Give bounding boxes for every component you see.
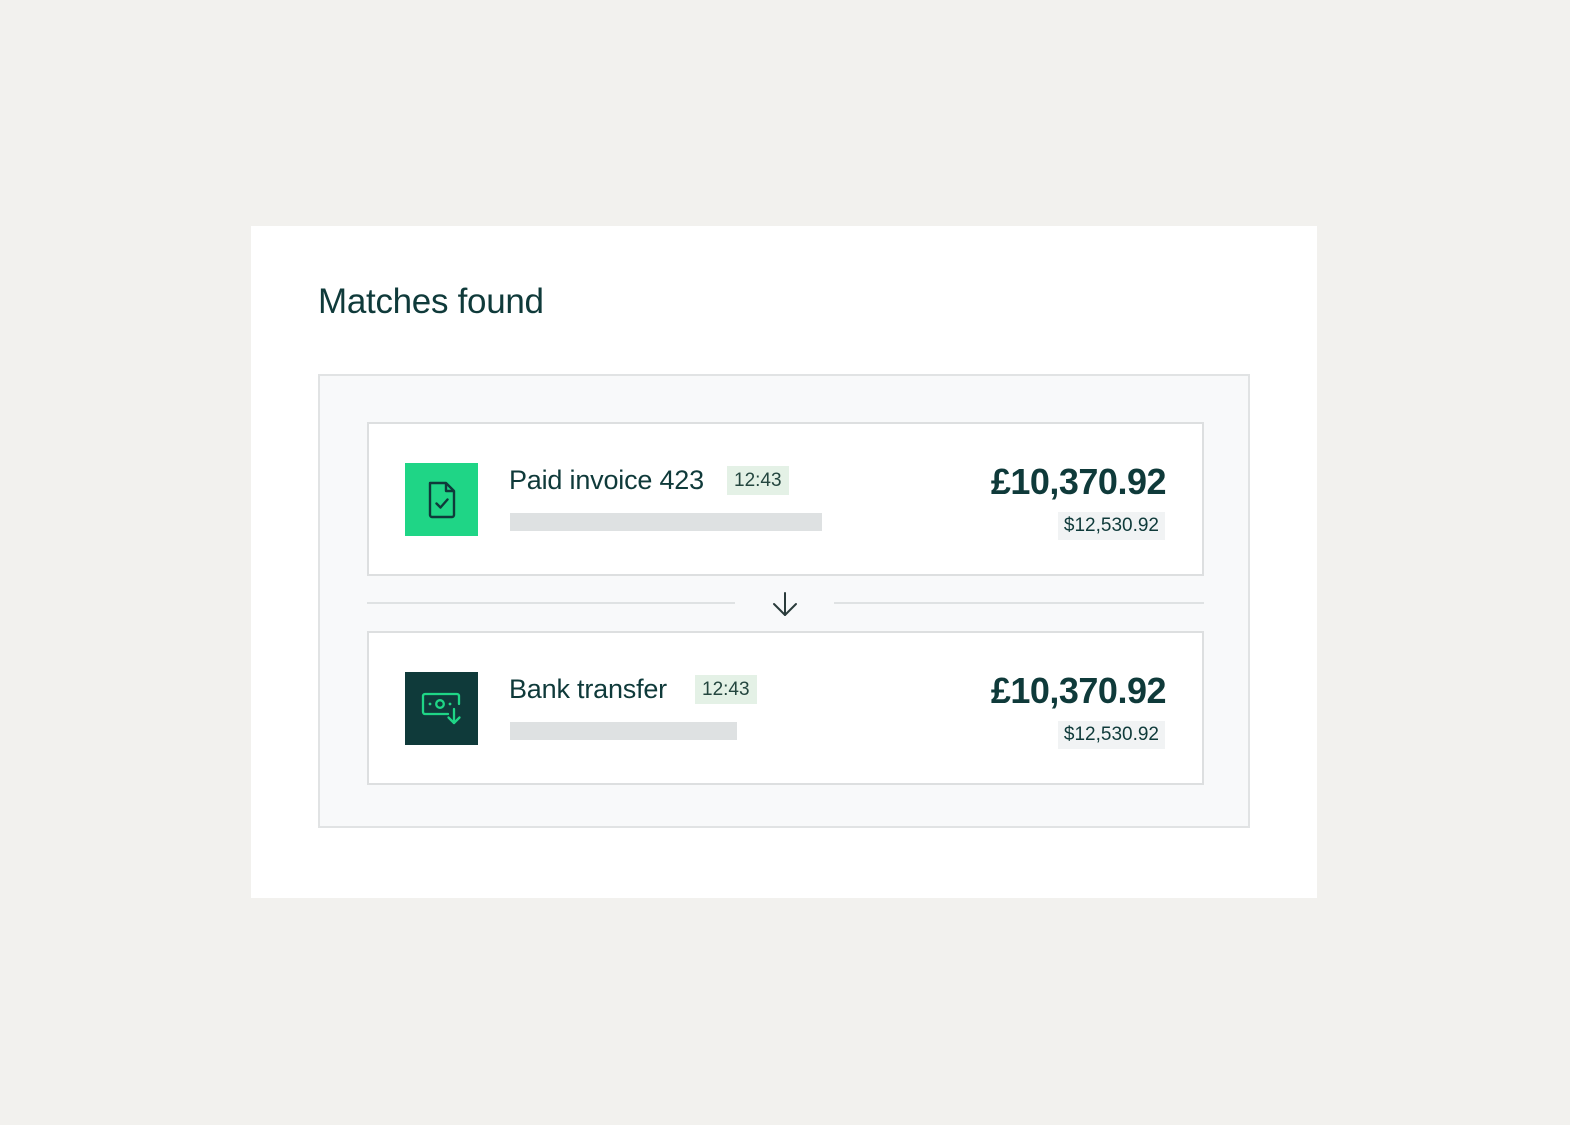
amount-usd: $12,530.92 bbox=[1057, 721, 1165, 749]
amount-gbp: £10,370.92 bbox=[990, 670, 1167, 711]
page-title: Matches found bbox=[318, 282, 544, 321]
banknote-download-icon bbox=[421, 692, 461, 724]
connector-line-right bbox=[834, 602, 1204, 604]
matches-panel: Paid invoice 423 12:43 £10,370.92 $12,53… bbox=[318, 374, 1250, 828]
match-label: Paid invoice 423 bbox=[509, 465, 704, 495]
arrow-down-icon bbox=[773, 592, 797, 616]
amount-gbp: £10,370.92 bbox=[990, 461, 1167, 502]
connector-line-left bbox=[367, 602, 735, 604]
time-badge: 12:43 bbox=[727, 466, 789, 495]
document-check-icon bbox=[428, 481, 455, 518]
match-row-invoice[interactable]: Paid invoice 423 12:43 £10,370.92 $12,53… bbox=[367, 422, 1204, 576]
matches-card: Matches found Paid invoice 423 12:43 £10… bbox=[251, 226, 1317, 898]
match-row-bank-transfer[interactable]: Bank transfer 12:43 £10,370.92 $12,530.9… bbox=[367, 631, 1204, 785]
match-label: Bank transfer bbox=[509, 674, 667, 704]
amount-usd: $12,530.92 bbox=[1057, 512, 1165, 540]
time-badge: 12:43 bbox=[695, 675, 757, 704]
description-placeholder bbox=[510, 513, 822, 531]
description-placeholder bbox=[510, 722, 737, 740]
bank-transfer-tile bbox=[405, 672, 478, 745]
invoice-tile bbox=[405, 463, 478, 536]
